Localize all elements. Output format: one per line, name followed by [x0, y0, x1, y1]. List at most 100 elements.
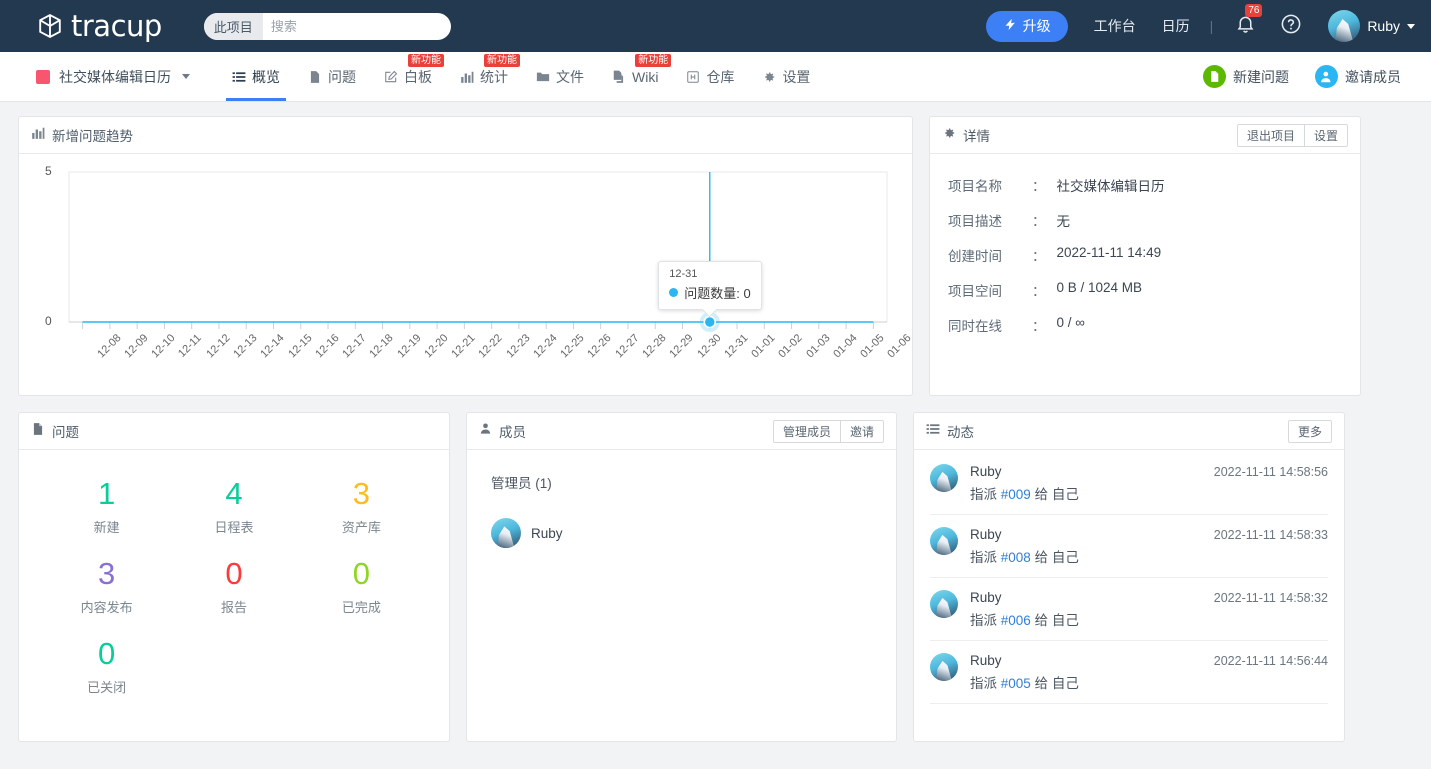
top-link-workbench[interactable]: 工作台: [1094, 16, 1136, 36]
upgrade-label: 升级: [1023, 16, 1051, 36]
issue-trend-card: 新增问题趋势 5012-0812-0912-1012-1112-1212-131…: [18, 116, 913, 396]
invite-member-button[interactable]: 邀请成员: [1315, 65, 1401, 88]
activity-time: 2022-11-11 14:56:44: [1214, 654, 1328, 668]
avatar: [930, 527, 958, 555]
activity-issue-link[interactable]: #008: [1001, 550, 1031, 565]
detail-value: 2022-11-11 14:49: [1057, 245, 1162, 265]
upgrade-button[interactable]: 升级: [986, 11, 1068, 42]
member-group-label: 管理员 (1): [491, 472, 872, 492]
members-body: 管理员 (1) Ruby: [467, 450, 896, 548]
tab-白板[interactable]: 新功能白板: [370, 52, 446, 101]
new-issue-icon: [1203, 65, 1226, 88]
search-input[interactable]: [263, 13, 451, 40]
issue-stat: 0报告: [170, 552, 297, 616]
issue-stat-value[interactable]: 1: [43, 472, 170, 516]
tooltip-series-dot: [669, 288, 678, 297]
issue-stat-value[interactable]: 3: [43, 552, 170, 596]
card-title: 成员: [499, 421, 526, 441]
project-details-buttons: 退出项目 设置: [1237, 124, 1348, 147]
activity-card-header: 动态 更多: [914, 413, 1344, 450]
issue-stat-value[interactable]: 4: [170, 472, 297, 516]
tab-label: Wiki: [632, 69, 658, 85]
activity-item: Ruby2022-11-11 14:58:56指派 #009 给 自己: [930, 450, 1328, 515]
project-name: 社交媒体编辑日历: [59, 67, 171, 87]
issue-stat-value[interactable]: 0: [170, 552, 297, 596]
tab-文件[interactable]: 文件: [522, 52, 598, 101]
issue-stat-label: 日程表: [170, 517, 297, 536]
activity-issue-link[interactable]: #005: [1001, 676, 1031, 691]
detail-label: 项目描述: [948, 210, 1032, 230]
activity-issue-link[interactable]: #006: [1001, 613, 1031, 628]
new-feature-badge: 新功能: [408, 54, 444, 67]
user-menu[interactable]: Ruby: [1328, 10, 1415, 42]
issue-trend-card-header: 新增问题趋势: [19, 117, 912, 154]
issue-stat-value[interactable]: 3: [298, 472, 425, 516]
new-feature-badge: 新功能: [484, 54, 520, 67]
help-button[interactable]: [1280, 13, 1302, 40]
activity-user[interactable]: Ruby: [970, 527, 1002, 542]
activity-issue-link[interactable]: #009: [1001, 487, 1031, 502]
tracup-logo[interactable]: tracup: [36, 12, 162, 41]
main-content: 新增问题趋势 5012-0812-0912-1012-1112-1212-131…: [0, 102, 1431, 756]
bell-icon: [1235, 21, 1256, 38]
top-link-calendar[interactable]: 日历: [1162, 16, 1190, 36]
tab-问题[interactable]: 问题: [294, 52, 370, 101]
detail-label: 同时在线: [948, 315, 1032, 335]
chevron-down-icon: [182, 74, 190, 79]
tab-wiki[interactable]: 新功能Wiki: [598, 52, 672, 101]
activity-description: 指派 #006 给 自己: [970, 609, 1328, 629]
tab-设置[interactable]: 设置: [748, 52, 824, 101]
avatar: [930, 653, 958, 681]
tab-统计[interactable]: 新功能统计: [446, 52, 522, 101]
nav-action-buttons: 新建问题 邀请成员: [1203, 52, 1415, 101]
content-row-bottom: 问题 1新建4日程表3资产库3内容发布0报告0已完成0已关闭 成员 管理成员 邀…: [18, 412, 1413, 742]
user-icon: [479, 422, 492, 440]
y-axis-tick-label: 5: [45, 164, 52, 178]
detail-label: 创建时间: [948, 245, 1032, 265]
detail-row: 同时在线：0 / ∞: [948, 315, 1360, 335]
issue-stat-value[interactable]: 0: [43, 632, 170, 676]
avatar: [930, 464, 958, 492]
edit-square-icon: [384, 70, 398, 84]
project-settings-button[interactable]: 设置: [1305, 124, 1348, 147]
detail-value: 0 / ∞: [1057, 315, 1085, 335]
cube-icon: [36, 12, 64, 40]
project-selector[interactable]: 社交媒体编辑日历: [16, 52, 206, 101]
more-activity-button[interactable]: 更多: [1288, 420, 1332, 443]
issue-stat: 4日程表: [170, 472, 297, 536]
tab-label: 文件: [556, 67, 584, 87]
manage-members-button[interactable]: 管理成员: [773, 420, 841, 443]
member-list-item[interactable]: Ruby: [491, 518, 872, 548]
leave-project-button[interactable]: 退出项目: [1237, 124, 1305, 147]
activity-user[interactable]: Ruby: [970, 464, 1002, 479]
notifications-button[interactable]: 76: [1235, 13, 1256, 39]
tab-label: 仓库: [706, 67, 734, 87]
issue-trend-chart[interactable]: 5012-0812-0912-1012-1112-1212-1312-1412-…: [19, 154, 912, 394]
activity-item: Ruby 2022-11-11 14:58:33 指派 #008 给 自己: [930, 515, 1328, 578]
chevron-down-icon: [1407, 24, 1415, 29]
bar-chart-icon: [31, 126, 45, 145]
detail-row: 项目名称：社交媒体编辑日历: [948, 175, 1360, 195]
issue-stat: 1新建: [43, 472, 170, 536]
search-scope-dropdown[interactable]: 此项目: [204, 13, 263, 40]
search-bar[interactable]: 此项目: [204, 13, 451, 40]
file-text-icon: [308, 70, 322, 84]
activity-user[interactable]: Ruby: [970, 653, 1002, 668]
invite-button[interactable]: 邀请: [841, 420, 884, 443]
members-buttons: 管理成员 邀请: [773, 420, 884, 443]
tab-概览[interactable]: 概览: [218, 52, 294, 101]
detail-row: 项目描述：无: [948, 210, 1360, 230]
activity-description: 指派 #008 给 自己: [970, 546, 1328, 566]
y-axis-tick-label: 0: [45, 314, 52, 328]
new-issue-button[interactable]: 新建问题: [1203, 65, 1289, 88]
activity-time: 2022-11-11 14:58:33: [1214, 528, 1328, 542]
tooltip-date: 12-31: [669, 268, 750, 280]
activity-user[interactable]: Ruby: [970, 590, 1002, 605]
tab-仓库[interactable]: 仓库: [672, 52, 748, 101]
top-right-actions: 升级 工作台 日历 | 76 Ruby: [986, 10, 1415, 42]
card-title: 详情: [963, 125, 990, 145]
logo-text: tracup: [71, 12, 162, 41]
issue-stat-label: 报告: [170, 597, 297, 616]
notification-badge: 76: [1245, 4, 1262, 17]
issue-stat-value[interactable]: 0: [298, 552, 425, 596]
